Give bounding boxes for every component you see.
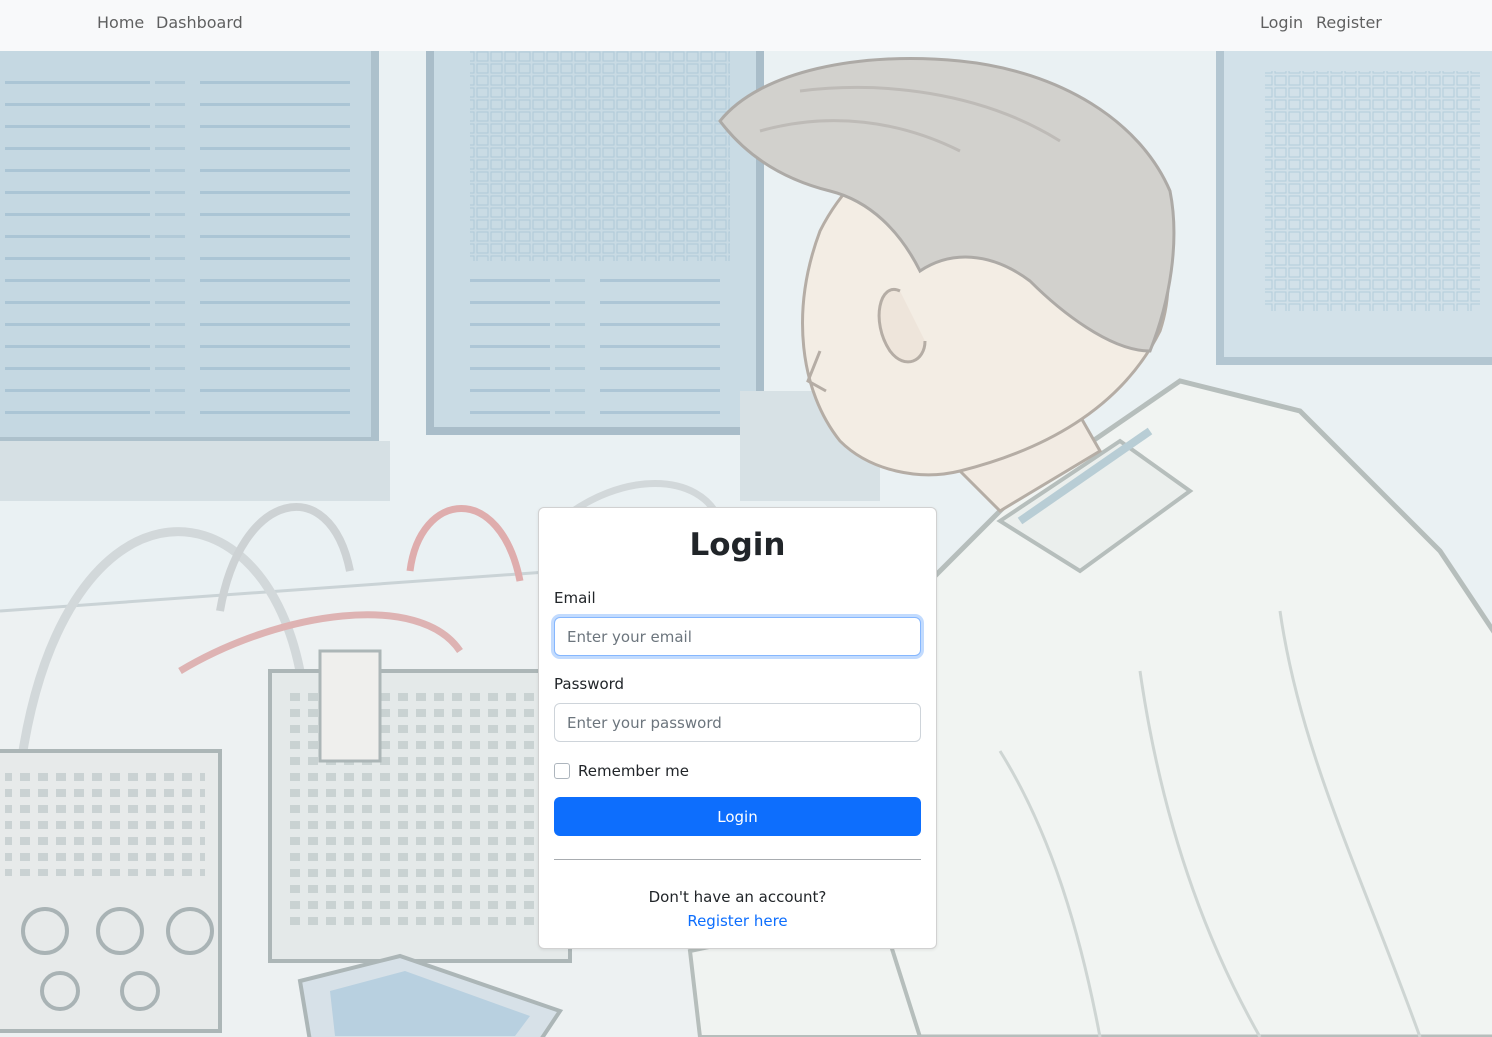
no-account-text: Don't have an account? <box>648 888 827 906</box>
nav-link-login[interactable]: Login <box>1260 13 1303 33</box>
nav-link-dashboard[interactable]: Dashboard <box>156 13 243 33</box>
login-card: Login Email Password Remember me Login D… <box>538 507 937 949</box>
login-button[interactable]: Login <box>554 797 921 836</box>
email-label: Email <box>554 589 596 607</box>
nav-link-home[interactable]: Home <box>97 13 144 33</box>
remember-me-row: Remember me <box>554 761 689 781</box>
card-divider <box>554 859 921 860</box>
password-label: Password <box>554 675 625 693</box>
remember-me-checkbox[interactable] <box>554 763 570 779</box>
login-title: Login <box>689 527 786 563</box>
register-here-link[interactable]: Register here <box>539 911 936 931</box>
email-input[interactable] <box>554 617 921 656</box>
password-input[interactable] <box>554 703 921 742</box>
remember-me-label[interactable]: Remember me <box>578 761 689 781</box>
top-navbar: Home Dashboard Login Register <box>0 0 1492 51</box>
nav-link-register[interactable]: Register <box>1316 13 1382 33</box>
